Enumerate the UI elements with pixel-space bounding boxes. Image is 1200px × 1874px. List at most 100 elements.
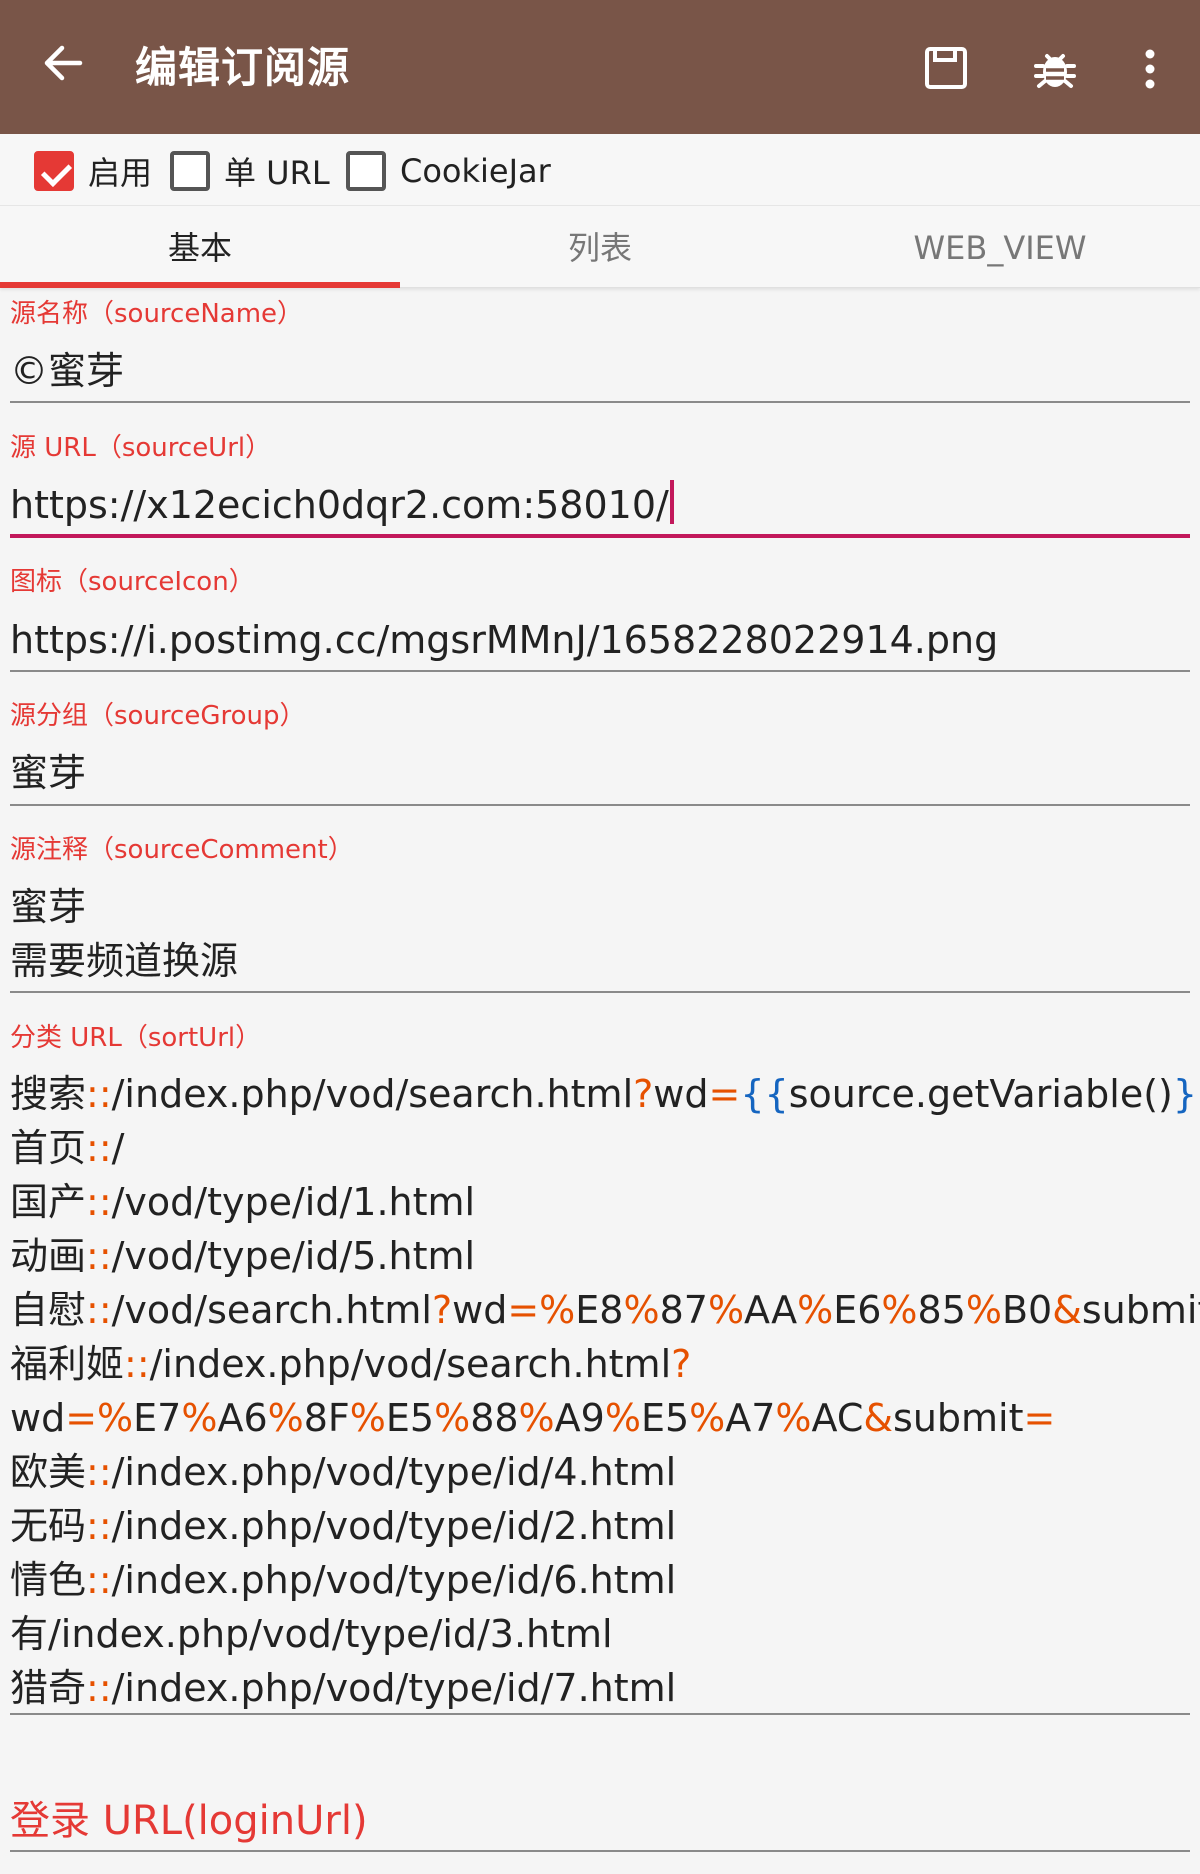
source-icon-underline <box>10 670 1190 672</box>
sort-url-underline <box>10 1713 1190 1715</box>
cookiejar-checkbox[interactable]: CookieJar <box>346 150 551 192</box>
source-name-underline <box>10 401 1190 403</box>
sort-url-token: :: <box>86 1234 112 1278</box>
sort-url-token: ? <box>671 1342 692 1386</box>
cookiejar-label: CookieJar <box>400 152 551 190</box>
sort-url-token: = <box>1023 1396 1056 1440</box>
source-url-value: https://x12ecich0dqr2.com:58010/ <box>10 483 669 527</box>
sort-url-token: B0 <box>1001 1288 1053 1332</box>
sort-url-token: :: <box>86 1558 112 1602</box>
sort-url-token: 8F <box>303 1396 350 1440</box>
sort-url-token: /vod/type/id/1.html <box>111 1180 476 1224</box>
sort-url-token: source.getVariable() <box>788 1072 1173 1116</box>
sort-url-token: wd <box>653 1072 709 1116</box>
sort-url-token: 87 <box>659 1288 708 1332</box>
sort-url-token: 无码 <box>10 1504 87 1548</box>
single-url-checkbox-box[interactable] <box>170 151 210 191</box>
sort-url-token: % <box>689 1396 726 1440</box>
sort-url-token: 动画 <box>10 1234 87 1278</box>
sort-url-token: % <box>518 1396 555 1440</box>
options-row: 启用 单 URL CookieJar <box>0 134 1200 206</box>
source-group-label: 源分组（sourceGroup） <box>10 701 306 731</box>
sort-url-line: 福利姬::/index.php/vod/search.html? <box>10 1337 1195 1391</box>
tab-web-view[interactable]: WEB_VIEW <box>800 206 1200 288</box>
sort-url-token: :: <box>86 1666 112 1710</box>
sort-url-token: submit <box>893 1396 1024 1440</box>
sort-url-token: 88 <box>470 1396 519 1440</box>
sort-url-token: /index.php/vod/type/id/6.html <box>111 1558 677 1602</box>
bug-icon[interactable] <box>1030 44 1080 94</box>
sort-url-token: % <box>881 1288 918 1332</box>
sort-url-token: :: <box>86 1450 112 1494</box>
sort-url-token: % <box>349 1396 386 1440</box>
sort-url-token: 国产 <box>10 1180 87 1224</box>
sort-url-token: A9 <box>554 1396 605 1440</box>
sort-url-line: wd=%E7%A6%8F%E5%88%A9%E5%A7%AC&submit= <box>10 1391 1195 1445</box>
sort-url-line: 猎奇::/index.php/vod/type/id/7.html <box>10 1661 1195 1715</box>
sort-url-token: % <box>797 1288 834 1332</box>
cookiejar-checkbox-box[interactable] <box>346 151 386 191</box>
page-title: 编辑订阅源 <box>135 43 351 92</box>
sort-url-token: /vod/search.html <box>111 1288 432 1332</box>
source-name-label: 源名称（sourceName） <box>10 299 304 329</box>
sort-url-token: = <box>708 1072 741 1116</box>
login-url-label: 登录 URL(loginUrl) <box>10 1798 368 1844</box>
source-icon-input[interactable]: https://i.postimg.cc/mgsrMMnJ/1658228022… <box>10 613 1190 667</box>
source-icon-label: 图标（sourceIcon） <box>10 567 255 597</box>
sort-url-token: 有/index.php/vod/type/id/3.html <box>10 1612 613 1656</box>
source-url-input[interactable]: https://x12ecich0dqr2.com:58010/ <box>10 478 1190 532</box>
sort-url-token: E7 <box>133 1396 182 1440</box>
sort-url-token: /index.php/vod/type/id/4.html <box>111 1450 677 1494</box>
sort-url-token: :: <box>124 1342 150 1386</box>
sort-url-line: 欧美::/index.php/vod/type/id/4.html <box>10 1445 1195 1499</box>
sort-url-line: 动画::/vod/type/id/5.html <box>10 1229 1195 1283</box>
sort-url-token: E6 <box>833 1288 882 1332</box>
tab-basic[interactable]: 基本 <box>0 206 400 288</box>
sort-url-token: % <box>965 1288 1002 1332</box>
enabled-checkbox[interactable]: 启用 <box>34 150 152 192</box>
sort-url-token: 搜索 <box>10 1072 87 1116</box>
source-group-input[interactable]: 蜜芽 <box>10 746 1190 800</box>
sort-url-token: E5 <box>640 1396 690 1440</box>
sort-url-line: 情色::/index.php/vod/type/id/6.html <box>10 1553 1195 1607</box>
sort-url-token: A6 <box>217 1396 268 1440</box>
sort-url-token: 首页 <box>10 1126 87 1170</box>
source-comment-label: 源注释（sourceComment） <box>10 835 354 865</box>
sort-url-line: 国产::/vod/type/id/1.html <box>10 1175 1195 1229</box>
sort-url-token: :: <box>86 1126 112 1170</box>
save-icon[interactable] <box>922 44 972 94</box>
tab-list[interactable]: 列表 <box>400 206 800 288</box>
sort-url-token: /index.php/vod/search.html <box>149 1342 672 1386</box>
sort-url-token: :: <box>86 1504 112 1548</box>
sort-url-token: ? <box>633 1072 654 1116</box>
sort-url-token: E5 <box>385 1396 435 1440</box>
sort-url-token: :: <box>86 1072 112 1116</box>
sort-url-token: & <box>1052 1288 1082 1332</box>
sort-url-input[interactable]: 搜索::/index.php/vod/search.html?wd={{sour… <box>10 1067 1200 1715</box>
sort-url-line: 自慰::/vod/search.html?wd=%E8%87%AA%E6%85%… <box>10 1283 1200 1337</box>
login-url-underline <box>10 1850 1190 1852</box>
sort-url-token: / <box>111 1126 125 1170</box>
sort-url-token: ? <box>431 1288 453 1332</box>
sort-url-token: =% <box>65 1396 134 1440</box>
sort-url-token: % <box>775 1396 812 1440</box>
single-url-checkbox[interactable]: 单 URL <box>170 150 330 192</box>
source-comment-input[interactable]: 蜜芽 需要频道换源 <box>10 880 1190 988</box>
sort-url-token: wd <box>10 1396 66 1440</box>
source-name-input[interactable]: ©蜜芽 <box>10 344 1190 398</box>
sort-url-token: 情色 <box>10 1558 87 1602</box>
sort-url-token: :: <box>86 1180 112 1224</box>
sort-url-label: 分类 URL（sortUrl） <box>10 1023 262 1053</box>
sort-url-token: 福利姬 <box>10 1342 125 1386</box>
sort-url-token: :: <box>86 1288 112 1332</box>
sort-url-token: % <box>707 1288 745 1332</box>
sort-url-token: % <box>267 1396 304 1440</box>
source-url-underline <box>10 534 1190 538</box>
enabled-checkbox-box[interactable] <box>34 151 74 191</box>
sort-url-token: /vod/type/id/5.html <box>111 1234 476 1278</box>
sort-url-token: }} <box>1172 1072 1200 1116</box>
sort-url-token: A7 <box>725 1396 776 1440</box>
back-arrow-icon[interactable] <box>40 40 86 86</box>
more-vert-icon[interactable] <box>1125 44 1175 94</box>
sort-url-token: E8 <box>575 1288 624 1332</box>
